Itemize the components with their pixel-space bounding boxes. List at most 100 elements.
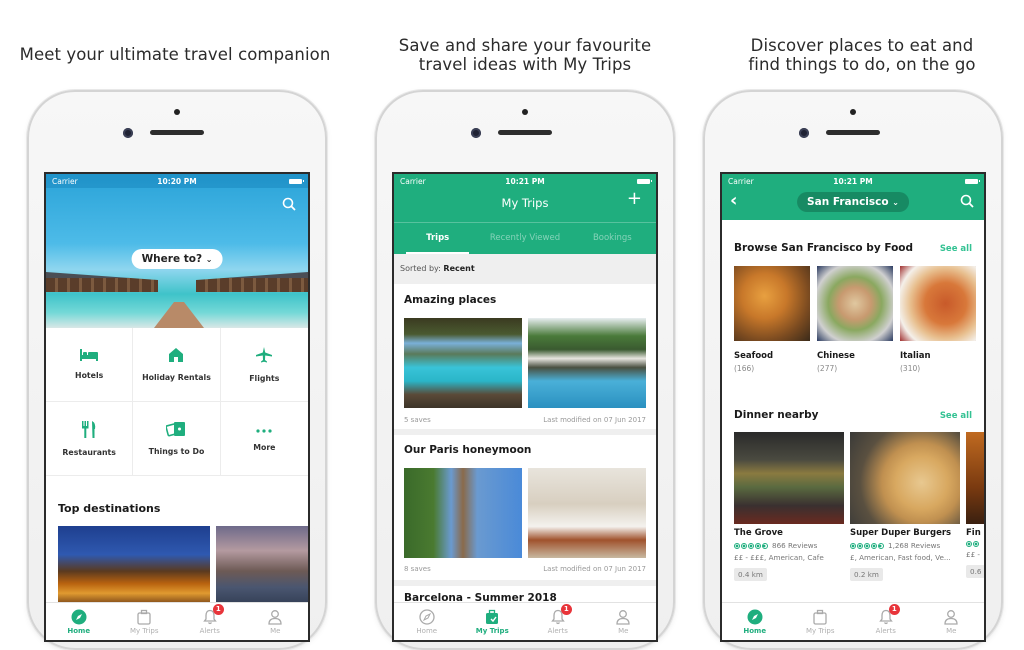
pier-walkway (154, 302, 204, 328)
trip-name: Our Paris honeymoon (404, 444, 532, 456)
restaurant-name: The Grove (734, 528, 783, 538)
alerts-badge: 1 (888, 604, 900, 615)
bottom-tab-bar: Home My Trips 1 Alerts Me (722, 602, 984, 640)
category-restaurants[interactable]: Restaurants (46, 402, 134, 476)
screen-my-trips: Carrier 10:21 PM My Trips + Trips Recent… (392, 172, 658, 642)
tab-me[interactable]: Me (243, 603, 309, 640)
status-time: 10:21 PM (833, 176, 873, 186)
food-card-seafood[interactable]: Seafood (166) (734, 266, 810, 373)
search-icon[interactable] (960, 193, 974, 212)
subtab-trips[interactable]: Trips (394, 223, 481, 254)
compass-icon (70, 608, 88, 626)
house-icon (168, 347, 184, 365)
tab-home[interactable]: Home (722, 603, 788, 640)
subtab-bookings[interactable]: Bookings (569, 223, 656, 254)
tab-label: Home (743, 627, 767, 635)
panel-my-trips: Save and share your favourite travel ide… (350, 0, 700, 650)
tab-label: Me (946, 627, 957, 635)
tab-label: Alerts (875, 627, 896, 635)
status-time: 10:21 PM (505, 176, 545, 186)
category-label: Things to Do (148, 447, 205, 456)
category-flights[interactable]: Flights (220, 328, 308, 402)
panel-discover: Discover places to eat and find things t… (700, 0, 1024, 650)
compass-icon (418, 608, 436, 626)
bottom-tab-bar: Home My Trips 1 Alerts Me (394, 602, 656, 640)
restaurant-photo (966, 432, 984, 524)
chevron-down-icon: ⌄ (205, 255, 213, 264)
distance-chip: 0.6 (966, 565, 984, 578)
compass-icon (746, 608, 764, 626)
sort-prefix: Sorted by: (400, 264, 441, 273)
tab-alerts[interactable]: 1 Alerts (525, 603, 591, 640)
add-trip-button[interactable]: + (627, 190, 642, 208)
tab-label: My Trips (805, 627, 835, 635)
caption-discover-line2: find things to do, on the go (748, 55, 976, 74)
see-all-food-link[interactable]: See all (940, 244, 972, 254)
restaurant-name: Fin (966, 528, 981, 538)
chevron-down-icon: ⌄ (892, 198, 899, 207)
category-holiday-rentals[interactable]: Holiday Rentals (133, 328, 221, 402)
where-to-label: Where to? (141, 253, 203, 265)
search-icon[interactable] (282, 196, 296, 215)
ticket-icon (165, 421, 186, 439)
tab-my-trips[interactable]: My Trips (460, 603, 526, 640)
person-icon (266, 608, 284, 626)
category-label: Hotels (75, 371, 104, 380)
tab-me[interactable]: Me (919, 603, 985, 640)
sensor-dot (522, 109, 528, 115)
destination-card-london[interactable] (216, 526, 308, 608)
alerts-badge: 1 (212, 604, 224, 615)
food-name: Italian (900, 351, 931, 361)
category-hotels[interactable]: Hotels (46, 328, 134, 402)
restaurant-card-partial[interactable]: Fin ££ - 0.6 (966, 432, 984, 578)
food-count: (277) (817, 364, 838, 373)
tab-label: Me (270, 627, 281, 635)
front-camera (471, 128, 481, 138)
category-grid: Hotels Holiday Rentals Flights Restauran… (46, 328, 308, 476)
front-camera (799, 128, 809, 138)
review-count: 866 Reviews (772, 541, 818, 550)
battery-icon (637, 177, 652, 186)
rating-bubbles (966, 541, 984, 547)
sort-bar[interactable]: Sorted by: Recent (394, 254, 656, 284)
bottom-tab-bar: Home My Trips 1 Alerts Me (46, 602, 308, 640)
tab-home[interactable]: Home (46, 603, 112, 640)
caption-home: Meet your ultimate travel companion (19, 45, 331, 64)
category-label: Holiday Rentals (142, 373, 211, 382)
city-selector[interactable]: San Francisco ⌄ (797, 192, 909, 212)
carrier-label: Carrier (728, 176, 754, 186)
food-name: Chinese (817, 351, 855, 361)
where-to-button[interactable]: Where to? ⌄ (131, 249, 223, 269)
trip-card-paris-honeymoon[interactable]: Our Paris honeymoon 8 saves Last modifie… (394, 435, 656, 580)
distance-chip: 0.2 km (850, 568, 883, 581)
phone-frame: Carrier 10:21 PM ‹ San Francisco ⌄ Brows… (703, 90, 1003, 650)
dinner-section-title: Dinner nearby (734, 409, 819, 421)
tab-label: Alerts (199, 627, 220, 635)
tab-alerts[interactable]: 1 Alerts (853, 603, 919, 640)
food-card-italian[interactable]: Italian (310) (900, 266, 976, 373)
overwater-villas-right (196, 272, 308, 292)
destination-card-bali[interactable] (58, 526, 210, 608)
category-more[interactable]: More (220, 402, 308, 476)
trip-saves: 8 saves (404, 565, 431, 573)
subtab-recently-viewed[interactable]: Recently Viewed (481, 223, 568, 254)
sensor-dot (174, 109, 180, 115)
category-things-to-do[interactable]: Things to Do (133, 402, 221, 476)
tab-label: Home (416, 627, 438, 635)
tab-alerts[interactable]: 1 Alerts (177, 603, 243, 640)
trip-card-amazing-places[interactable]: Amazing places 5 saves Last modified on … (394, 284, 656, 429)
restaurant-card-super-duper-burgers[interactable]: Super Duper Burgers 1,268 Reviews £, Ame… (850, 432, 960, 581)
food-card-chinese[interactable]: Chinese (277) (817, 266, 893, 373)
see-all-dinner-link[interactable]: See all (940, 411, 972, 421)
restaurant-card-the-grove[interactable]: The Grove 866 Reviews ££ - £££, American… (734, 432, 844, 581)
restaurant-tags: ££ - £££, American, Cafe (734, 553, 824, 562)
back-chevron-icon[interactable]: ‹ (730, 192, 737, 210)
tab-my-trips[interactable]: My Trips (112, 603, 178, 640)
distance-chip: 0.4 km (734, 568, 767, 581)
tab-my-trips[interactable]: My Trips (788, 603, 854, 640)
tab-label: Me (618, 627, 629, 635)
restaurant-photo (734, 432, 844, 524)
restaurant-name: Super Duper Burgers (850, 528, 952, 538)
tab-me[interactable]: Me (591, 603, 657, 640)
tab-home[interactable]: Home (394, 603, 460, 640)
